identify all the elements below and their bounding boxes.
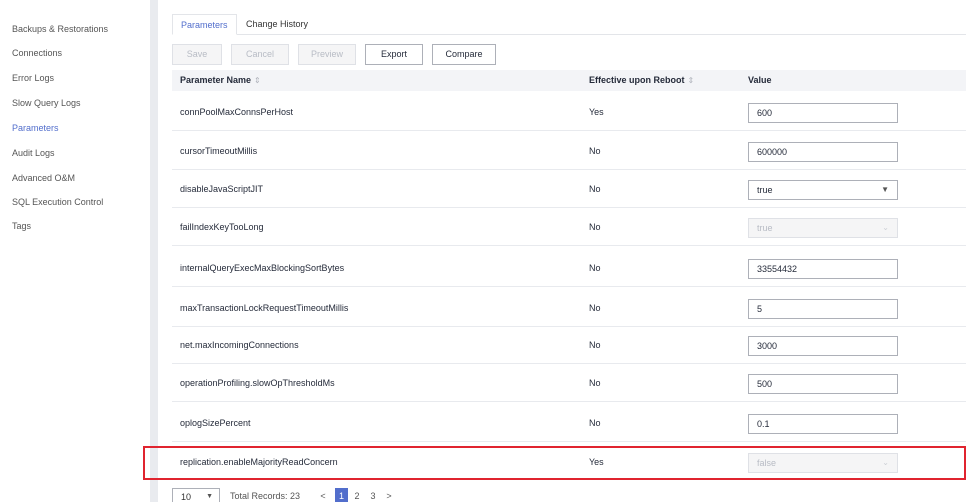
caret-down-icon: ▼: [206, 493, 213, 500]
select-value: false: [757, 458, 777, 468]
export-button[interactable]: Export: [365, 44, 423, 65]
sidebar-item-sql-execution-control[interactable]: SQL Execution Control: [12, 197, 103, 207]
parameter-name: replication.enableMajorityReadConcern: [180, 457, 338, 467]
column-header-value: Value: [748, 75, 772, 85]
preview-button[interactable]: Preview: [298, 44, 356, 65]
table-row: internalQueryExecMaxBlockingSortBytes No…: [172, 250, 966, 287]
value-input[interactable]: 3000: [748, 336, 898, 356]
sidebar-item-advanced-om[interactable]: Advanced O&M: [12, 173, 75, 183]
total-records: Total Records: 23: [230, 491, 301, 501]
reboot-flag: No: [589, 418, 601, 428]
parameter-name: maxTransactionLockRequestTimeoutMillis: [180, 303, 349, 313]
table-row: failIndexKeyTooLong No true ⌄: [172, 209, 966, 246]
table-row: connPoolMaxConnsPerHost Yes 600: [172, 94, 966, 131]
table-row: net.maxIncomingConnections No 3000: [172, 327, 966, 364]
value-input[interactable]: 600000: [748, 142, 898, 162]
select-value: true: [757, 223, 773, 233]
caret-down-icon: ⌄: [882, 223, 889, 232]
page-2[interactable]: 2: [352, 488, 362, 502]
table-row: maxTransactionLockRequestTimeoutMillis N…: [172, 290, 966, 327]
table-header: Parameter Name ⇕ Effective upon Reboot ⇕ V…: [172, 70, 966, 91]
table-row: replication.enableMajorityReadConcern Ye…: [172, 444, 966, 481]
sort-icon[interactable]: ⇕: [254, 76, 261, 85]
value-input[interactable]: 0.1: [748, 414, 898, 434]
reboot-flag: No: [589, 263, 601, 273]
save-button[interactable]: Save: [172, 44, 222, 65]
table-row: disableJavaScriptJIT No true ▼: [172, 171, 966, 208]
compare-button[interactable]: Compare: [432, 44, 496, 65]
value-input[interactable]: 600: [748, 103, 898, 123]
parameter-name: oplogSizePercent: [180, 418, 251, 428]
prev-page-button[interactable]: <: [318, 488, 328, 502]
value-input[interactable]: 33554432: [748, 259, 898, 279]
parameter-name: operationProfiling.slowOpThresholdMs: [180, 378, 335, 388]
caret-down-icon: ▼: [881, 185, 889, 194]
sidebar-divider: [150, 0, 158, 502]
page-3[interactable]: 3: [368, 488, 378, 502]
parameter-name: disableJavaScriptJIT: [180, 184, 264, 194]
select-value: true: [757, 185, 773, 195]
caret-down-icon: ⌄: [882, 458, 889, 467]
sidebar-item-error-logs[interactable]: Error Logs: [12, 73, 54, 83]
reboot-flag: No: [589, 340, 601, 350]
sort-icon[interactable]: ⇕: [688, 76, 695, 85]
column-header-effective-upon-reboot[interactable]: Effective upon Reboot ⇕: [589, 70, 694, 91]
column-header-label: Effective upon Reboot: [589, 75, 685, 85]
tab-change-history[interactable]: Change History: [238, 14, 316, 35]
next-page-button[interactable]: >: [384, 488, 394, 502]
parameter-name: net.maxIncomingConnections: [180, 340, 299, 350]
parameter-name: failIndexKeyTooLong: [180, 222, 264, 232]
reboot-flag: No: [589, 378, 601, 388]
page-1[interactable]: 1: [335, 488, 348, 502]
value-input[interactable]: 5: [748, 299, 898, 319]
sidebar-item-parameters[interactable]: Parameters: [12, 123, 59, 133]
parameter-name: internalQueryExecMaxBlockingSortBytes: [180, 263, 345, 273]
sidebar: Backups & Restorations Connections Error…: [0, 0, 150, 502]
page-size-select[interactable]: 10 ▼: [172, 488, 220, 502]
column-header-label: Parameter Name: [180, 75, 252, 85]
sidebar-item-tags[interactable]: Tags: [12, 221, 31, 231]
reboot-flag: No: [589, 222, 601, 232]
parameter-name: cursorTimeoutMillis: [180, 146, 258, 156]
sidebar-item-audit-logs[interactable]: Audit Logs: [12, 148, 55, 158]
value-input[interactable]: 500: [748, 374, 898, 394]
reboot-flag: Yes: [589, 107, 604, 117]
sidebar-item-backups[interactable]: Backups & Restorations: [12, 24, 108, 34]
cancel-button[interactable]: Cancel: [231, 44, 289, 65]
tab-bar: Parameters Change History: [172, 14, 966, 35]
reboot-flag: No: [589, 146, 601, 156]
sidebar-item-connections[interactable]: Connections: [12, 48, 62, 58]
value-select-disabled: false ⌄: [748, 453, 898, 473]
value-select-disabled: true ⌄: [748, 218, 898, 238]
table-row: operationProfiling.slowOpThresholdMs No …: [172, 365, 966, 402]
reboot-flag: No: [589, 303, 601, 313]
tab-parameters[interactable]: Parameters: [172, 14, 237, 35]
reboot-flag: No: [589, 184, 601, 194]
page-size-value: 10: [181, 492, 192, 502]
parameter-name: connPoolMaxConnsPerHost: [180, 107, 294, 117]
sidebar-item-slow-query-logs[interactable]: Slow Query Logs: [12, 98, 81, 108]
table-row: oplogSizePercent No 0.1: [172, 405, 966, 442]
value-select[interactable]: true ▼: [748, 180, 898, 200]
column-header-parameter-name[interactable]: Parameter Name ⇕: [180, 70, 261, 91]
table-row: cursorTimeoutMillis No 600000: [172, 133, 966, 170]
reboot-flag: Yes: [589, 457, 604, 467]
